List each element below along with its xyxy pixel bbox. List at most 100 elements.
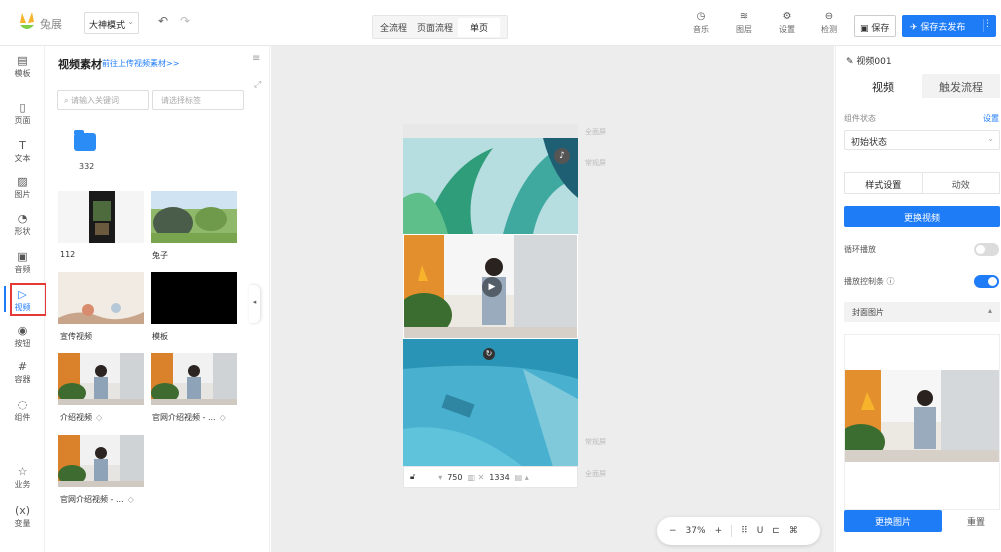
left-rail: ▤ 模板 ▯ 页面 T 文本 ▨ 图片 ◔ 形状 ▣ 音频 ▷ 视频 ◉ 按钮 # 容器 ◌ 组件 … xyxy=(0,46,47,552)
state-select[interactable]: 初始状态 ⌄ xyxy=(844,130,1000,150)
rail-item-text[interactable]: T 文本 xyxy=(0,139,45,164)
rail-item-variable[interactable]: (x) 变量 xyxy=(0,504,45,529)
folder-name: 332 xyxy=(79,162,95,171)
undo-icon[interactable]: ↶ xyxy=(158,14,168,28)
shortcut-icon[interactable]: ⌘ xyxy=(789,526,798,536)
tab-page-flow[interactable]: 页面流程 xyxy=(412,18,458,37)
video-thumbnail[interactable] xyxy=(151,191,237,243)
state-settings-link[interactable]: 设置 xyxy=(983,113,999,124)
zoom-out-icon[interactable]: − xyxy=(669,526,677,536)
rail-label: 音频 xyxy=(14,265,31,274)
edit-icon[interactable]: ✎ xyxy=(846,57,856,67)
page-width[interactable]: 750 xyxy=(447,473,462,482)
page-height[interactable]: 1334 xyxy=(489,473,509,482)
send-icon: ✈ xyxy=(910,23,921,33)
rail-item-button[interactable]: ◉ 按钮 xyxy=(0,324,45,349)
replace-video-button[interactable]: 更换视频 xyxy=(844,206,1000,227)
folder-icon[interactable] xyxy=(74,130,96,151)
layers-button[interactable]: ≋ 图层 xyxy=(732,11,756,35)
component-title-text: 视频001 xyxy=(856,57,892,67)
rail-item-video[interactable]: ▷ 视频 xyxy=(0,283,47,316)
video-thumbnail[interactable] xyxy=(58,353,144,405)
canvas-image-pool[interactable]: ↻ xyxy=(403,339,578,467)
rotate-icon[interactable]: ↻ xyxy=(483,348,495,360)
publish-button[interactable]: ✈ 保存去发布 ⋮ xyxy=(902,15,996,37)
chevron-up-icon[interactable]: ▤ ▴ xyxy=(515,473,529,482)
music-button[interactable]: ◷ 音乐 xyxy=(689,11,713,35)
expand-icon[interactable]: ⤢ xyxy=(254,80,261,90)
canvas-video-component[interactable]: ▶ xyxy=(403,234,578,339)
tab-single-page[interactable]: 单页 xyxy=(458,17,501,37)
music-note-icon[interactable]: ♪ xyxy=(554,148,570,164)
button-icon: ◉ xyxy=(17,324,28,337)
replace-image-button[interactable]: 更换图片 xyxy=(844,510,942,532)
canvas-image-leaves[interactable]: ♪ xyxy=(403,138,578,234)
search-placeholder: 请输入关键词 xyxy=(71,96,120,105)
magnet-icon[interactable]: U xyxy=(757,526,764,536)
lock-icon[interactable]: 🔓︎ xyxy=(410,472,415,482)
check-icon: ⊖ xyxy=(824,11,834,22)
video-thumbnail[interactable] xyxy=(151,353,237,405)
save-button[interactable]: ▣ 保存 xyxy=(854,15,896,37)
tab-animation[interactable]: 动效 xyxy=(923,173,1000,193)
check-button[interactable]: ⊖ 检测 xyxy=(817,11,841,35)
tab-trigger-flow[interactable]: 触发流程 xyxy=(922,74,1000,98)
layers-icon: ≋ xyxy=(739,11,749,22)
mode-select-value: 大神模式 xyxy=(89,21,126,31)
rail-item-shape[interactable]: ◔ 形状 xyxy=(0,212,45,237)
grid-icon[interactable]: ⠿ xyxy=(741,526,748,536)
rail-item-container[interactable]: # 容器 xyxy=(0,360,45,385)
zoom-level[interactable]: 37% xyxy=(686,526,706,536)
save-label: 保存 xyxy=(871,24,890,34)
rail-item-component[interactable]: ◌ 组件 xyxy=(0,398,45,423)
more-vertical-icon[interactable]: ⋮ xyxy=(983,19,992,29)
tag-icon[interactable]: ◇ xyxy=(96,413,102,422)
settings-button[interactable]: ⚙ 设置 xyxy=(775,11,799,35)
rail-item-page[interactable]: ▯ 页面 xyxy=(0,101,45,126)
panel-title: 视频素材 xyxy=(58,58,102,71)
video-thumbnail[interactable] xyxy=(151,272,237,324)
play-icon[interactable]: ▶ xyxy=(482,277,502,297)
redo-icon[interactable]: ↷ xyxy=(180,14,190,28)
tab-full-flow[interactable]: 全流程 xyxy=(375,18,412,37)
collapse-panel-handle[interactable]: ◂ xyxy=(249,285,260,323)
rail-label: 业务 xyxy=(14,480,31,489)
tag-icon[interactable]: ◇ xyxy=(128,495,134,504)
rail-item-image[interactable]: ▨ 图片 xyxy=(0,175,45,200)
rail-label: 容器 xyxy=(14,375,31,384)
video-name: 宣传视频 xyxy=(60,332,92,341)
image-icon: ▨ xyxy=(17,175,28,188)
dropdown-icon[interactable]: ▾ xyxy=(438,473,442,482)
text-icon: T xyxy=(19,139,26,152)
top-bar: 兔展 大神模式 ⌄ ↶ ↷ 全流程 页面流程 单页 ◷ 音乐 ≋ 图层 ⚙ 设置… xyxy=(0,0,1001,46)
search-input[interactable]: ⌕ 请输入关键词 xyxy=(57,90,149,110)
rail-item-audio[interactable]: ▣ 音频 xyxy=(0,250,45,275)
mode-select[interactable]: 大神模式 ⌄ xyxy=(84,12,139,34)
menu-icon[interactable]: ≡ xyxy=(252,53,260,64)
align-icon[interactable]: ⊏ xyxy=(772,526,780,536)
check-label: 检测 xyxy=(821,25,837,34)
video-thumbnail[interactable] xyxy=(58,272,144,324)
reset-button[interactable]: 重置 xyxy=(954,510,998,532)
selection-highlight xyxy=(10,283,47,316)
rail-item-business[interactable]: ☆ 业务 xyxy=(0,465,45,490)
music-icon: ◷ xyxy=(696,11,706,22)
rail-label: 文本 xyxy=(14,154,31,163)
business-icon: ☆ xyxy=(17,465,28,478)
tag-icon[interactable]: ◇ xyxy=(220,413,226,422)
tab-video[interactable]: 视频 xyxy=(844,74,922,98)
tab-style-settings[interactable]: 样式设置 xyxy=(845,173,923,193)
rail-label: 模板 xyxy=(14,69,31,78)
zoom-in-icon[interactable]: + xyxy=(715,526,723,536)
upload-link[interactable]: 前往上传视频素材>> xyxy=(102,58,179,69)
properties-panel: ✎ 视频001 视频 触发流程 组件状态 设置 初始状态 ⌄ 样式设置 动效 更… xyxy=(835,46,1001,552)
cover-image-box[interactable] xyxy=(844,334,1000,510)
video-thumbnail[interactable] xyxy=(58,191,144,243)
cover-section-header[interactable]: 封面图片 ▴ xyxy=(844,302,1000,322)
tag-select[interactable]: 请选择标签 xyxy=(152,90,244,110)
video-thumbnail[interactable] xyxy=(58,435,144,487)
state-value: 初始状态 xyxy=(851,138,888,148)
loop-toggle[interactable] xyxy=(974,243,999,256)
rail-item-template[interactable]: ▤ 模板 xyxy=(0,54,45,79)
controls-toggle[interactable] xyxy=(974,275,999,288)
